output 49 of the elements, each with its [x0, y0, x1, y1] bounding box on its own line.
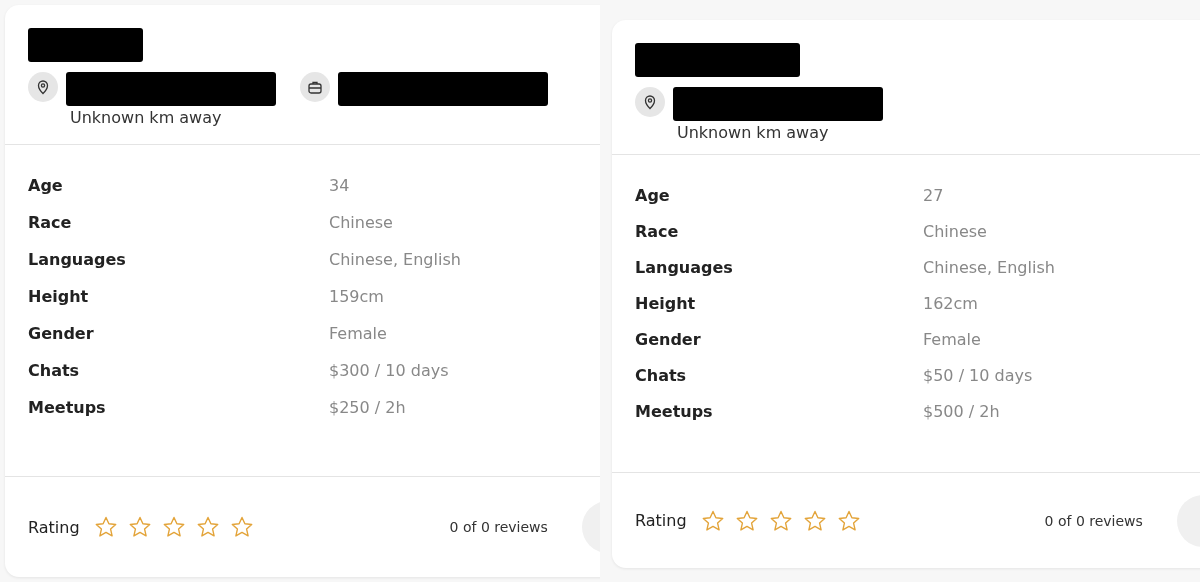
detail-label: Meetups — [28, 398, 107, 417]
star-icon[interactable] — [700, 508, 725, 533]
detail-label: Languages — [635, 257, 734, 277]
star-icon[interactable] — [836, 508, 861, 533]
detail-value: 162cm — [923, 293, 978, 313]
detail-label: Gender — [635, 329, 702, 349]
location-pin-icon — [642, 94, 658, 110]
detail-label: Race — [635, 221, 680, 241]
star-icon[interactable] — [802, 508, 827, 533]
rating-label: Rating — [635, 511, 687, 530]
briefcase-icon — [307, 79, 323, 95]
detail-label: Chats — [635, 365, 688, 385]
detail-value: 34 — [329, 176, 350, 195]
detail-label: Age — [28, 176, 64, 195]
star-rating[interactable] — [93, 515, 254, 539]
detail-label: Height — [635, 293, 697, 313]
star-rating[interactable] — [700, 508, 861, 533]
detail-label: Chats — [28, 361, 81, 380]
detail-value: $250 / 2h — [329, 398, 406, 417]
location-pin-icon — [35, 79, 51, 95]
detail-label: Age — [635, 185, 671, 205]
detail-value: 159cm — [329, 287, 384, 306]
review-count: 0 of 0 reviews — [1044, 512, 1143, 529]
detail-label: Race — [28, 213, 73, 232]
detail-value: $50 / 10 days — [923, 365, 1033, 385]
detail-label: Meetups — [635, 401, 714, 421]
star-icon[interactable] — [229, 515, 254, 539]
distance-text: Unknown km away — [677, 123, 830, 142]
star-icon[interactable] — [734, 508, 759, 533]
detail-value: $500 / 2h — [923, 401, 1000, 421]
detail-label: Height — [28, 287, 90, 306]
detail-label: Languages — [28, 250, 127, 269]
detail-value: Chinese, English — [923, 257, 1055, 277]
star-icon[interactable] — [161, 515, 186, 539]
rating-label: Rating — [28, 517, 80, 537]
detail-label: Gender — [28, 324, 95, 343]
star-icon[interactable] — [127, 515, 152, 539]
detail-value: Chinese — [329, 213, 393, 232]
detail-value: Female — [329, 324, 387, 343]
distance-text: Unknown km away — [70, 108, 223, 127]
detail-value: 27 — [923, 185, 944, 205]
star-icon[interactable] — [768, 508, 793, 533]
detail-value: $300 / 10 days — [329, 361, 449, 380]
detail-value: Chinese, English — [329, 250, 461, 269]
detail-value: Female — [923, 329, 981, 349]
detail-value: Chinese — [923, 221, 987, 241]
star-icon[interactable] — [93, 515, 118, 539]
review-count: 0 of 0 reviews — [449, 519, 548, 535]
star-icon[interactable] — [195, 515, 220, 539]
